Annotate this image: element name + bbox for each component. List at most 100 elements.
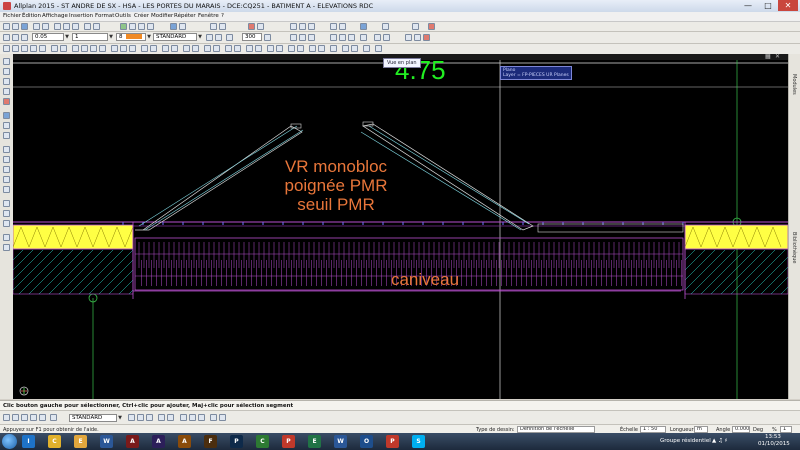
undo-icon[interactable]: [84, 23, 91, 30]
save-icon[interactable]: [21, 23, 28, 30]
tool-fill-icon[interactable]: [3, 244, 10, 251]
menu-insertion[interactable]: Insertion: [69, 13, 93, 19]
view-section-icon[interactable]: [3, 200, 10, 207]
symbol-icon[interactable]: [213, 45, 220, 52]
point-snap-icon[interactable]: [405, 34, 412, 41]
menu-modifier[interactable]: Modifier: [151, 13, 173, 19]
taskbar-app-skype-icon[interactable]: S: [412, 435, 425, 448]
percent-value-field[interactable]: 1: [780, 426, 792, 433]
menu-help[interactable]: ?: [221, 13, 224, 19]
object-opening-icon[interactable]: [3, 122, 10, 129]
move-icon[interactable]: [72, 45, 79, 52]
taskbar-app-ps-icon[interactable]: P: [230, 435, 243, 448]
taskbar-app-fw-icon[interactable]: F: [204, 435, 217, 448]
modify-rotate-icon[interactable]: [3, 166, 10, 173]
rectangle-icon[interactable]: [21, 45, 28, 52]
bottom-filter-icon[interactable]: [137, 414, 144, 421]
match-icon[interactable]: [192, 45, 199, 52]
extend-icon[interactable]: [120, 45, 127, 52]
bottom-layer-field[interactable]: STANDARD: [69, 414, 117, 422]
roof-icon[interactable]: [276, 45, 283, 52]
line-color-dropdown[interactable]: ▼: [146, 33, 152, 41]
wall-icon[interactable]: [120, 23, 127, 30]
trace-icon[interactable]: [374, 34, 381, 41]
bottom-regen-icon[interactable]: [198, 414, 205, 421]
taskbar-app-ie-icon[interactable]: I: [22, 435, 35, 448]
menu-affichage[interactable]: Affichage: [42, 13, 68, 19]
bottom-grid-icon[interactable]: [167, 414, 174, 421]
object-snap-icon[interactable]: [414, 34, 421, 41]
room-icon[interactable]: [288, 45, 295, 52]
menu-format[interactable]: Format: [95, 13, 114, 19]
bottom-fill-icon[interactable]: [39, 414, 46, 421]
redo-icon[interactable]: [93, 23, 100, 30]
label-icon[interactable]: [309, 45, 316, 52]
import-icon[interactable]: [375, 45, 382, 52]
taskbar-app-word-icon[interactable]: W: [100, 435, 113, 448]
pan-icon[interactable]: [348, 34, 355, 41]
scale-value-field[interactable]: 1 : 50: [640, 426, 666, 433]
eraser-icon[interactable]: [21, 34, 28, 41]
taskbar-app-word2-icon[interactable]: W: [334, 435, 347, 448]
render-icon[interactable]: [257, 23, 264, 30]
taskbar-app-allplan-icon[interactable]: A: [126, 435, 139, 448]
dimension-icon[interactable]: [60, 45, 67, 52]
bottom-ortho-icon[interactable]: [158, 414, 165, 421]
angle-value-field[interactable]: 0.000: [732, 426, 750, 433]
layer-visibility-icon[interactable]: [215, 34, 222, 41]
array-icon[interactable]: [162, 45, 169, 52]
regen-icon[interactable]: [360, 34, 367, 41]
taskbar-app-explorer-icon[interactable]: E: [74, 435, 87, 448]
explode-icon[interactable]: [183, 45, 190, 52]
menu-outils[interactable]: Outils: [115, 13, 131, 19]
bottom-layer-dropdown[interactable]: ▼: [117, 414, 123, 422]
delete-icon[interactable]: [423, 34, 430, 41]
bottom-snap-icon[interactable]: [146, 414, 153, 421]
text-icon[interactable]: [51, 45, 58, 52]
block-icon[interactable]: [204, 45, 211, 52]
tray-date[interactable]: 01/10/2015: [758, 441, 790, 447]
bottom-layer-icon[interactable]: [50, 414, 57, 421]
viewport-close-icon[interactable]: ✕: [775, 54, 780, 60]
tray-network-label[interactable]: Groupe résidentiel: [660, 438, 711, 444]
taskbar-app-pdf-icon[interactable]: P: [282, 435, 295, 448]
modify-copy-icon[interactable]: [3, 156, 10, 163]
selection-icon[interactable]: [299, 34, 306, 41]
line-color-field[interactable]: 8: [116, 33, 146, 41]
line-icon[interactable]: [3, 45, 10, 52]
circle-icon[interactable]: [30, 45, 37, 52]
modify-mirror-icon[interactable]: [3, 186, 10, 193]
draw-line-icon[interactable]: [3, 58, 10, 65]
stretch-icon[interactable]: [99, 45, 106, 52]
door-opening-icon[interactable]: [255, 45, 262, 52]
bottom-3d-icon[interactable]: [210, 414, 217, 421]
copy-icon[interactable]: [63, 23, 70, 30]
arc-icon[interactable]: [39, 45, 46, 52]
view-perspective-icon[interactable]: [3, 220, 10, 227]
maximize-button[interactable]: □: [758, 0, 778, 11]
rotate-icon[interactable]: [81, 45, 88, 52]
scale-field[interactable]: 300: [242, 33, 262, 41]
modify-move-icon[interactable]: [3, 146, 10, 153]
menu-fichier[interactable]: Fichier: [3, 13, 21, 19]
tray-time[interactable]: 13:53: [765, 434, 781, 440]
reference-icon[interactable]: [308, 34, 315, 41]
taskbar-app-calc-icon[interactable]: C: [256, 435, 269, 448]
paste-icon[interactable]: [72, 23, 79, 30]
bottom-color-icon[interactable]: [21, 414, 28, 421]
preview-icon[interactable]: [42, 23, 49, 30]
line-type-field[interactable]: 1: [72, 33, 108, 41]
beam-icon[interactable]: [147, 23, 154, 30]
bottom-zoom-icon[interactable]: [180, 414, 187, 421]
view-front-icon[interactable]: [290, 23, 297, 30]
layer-field[interactable]: STANDARD: [153, 33, 197, 41]
cut-icon[interactable]: [54, 23, 61, 30]
object-slab-icon[interactable]: [3, 132, 10, 139]
pen-style-icon[interactable]: [12, 34, 19, 41]
close-button[interactable]: ✕: [778, 0, 798, 11]
report-icon[interactable]: [330, 45, 337, 52]
properties-icon[interactable]: [179, 23, 186, 30]
zoom-window-icon[interactable]: [339, 34, 346, 41]
bottom-select-icon[interactable]: [128, 414, 135, 421]
elevation-icon[interactable]: [219, 23, 226, 30]
